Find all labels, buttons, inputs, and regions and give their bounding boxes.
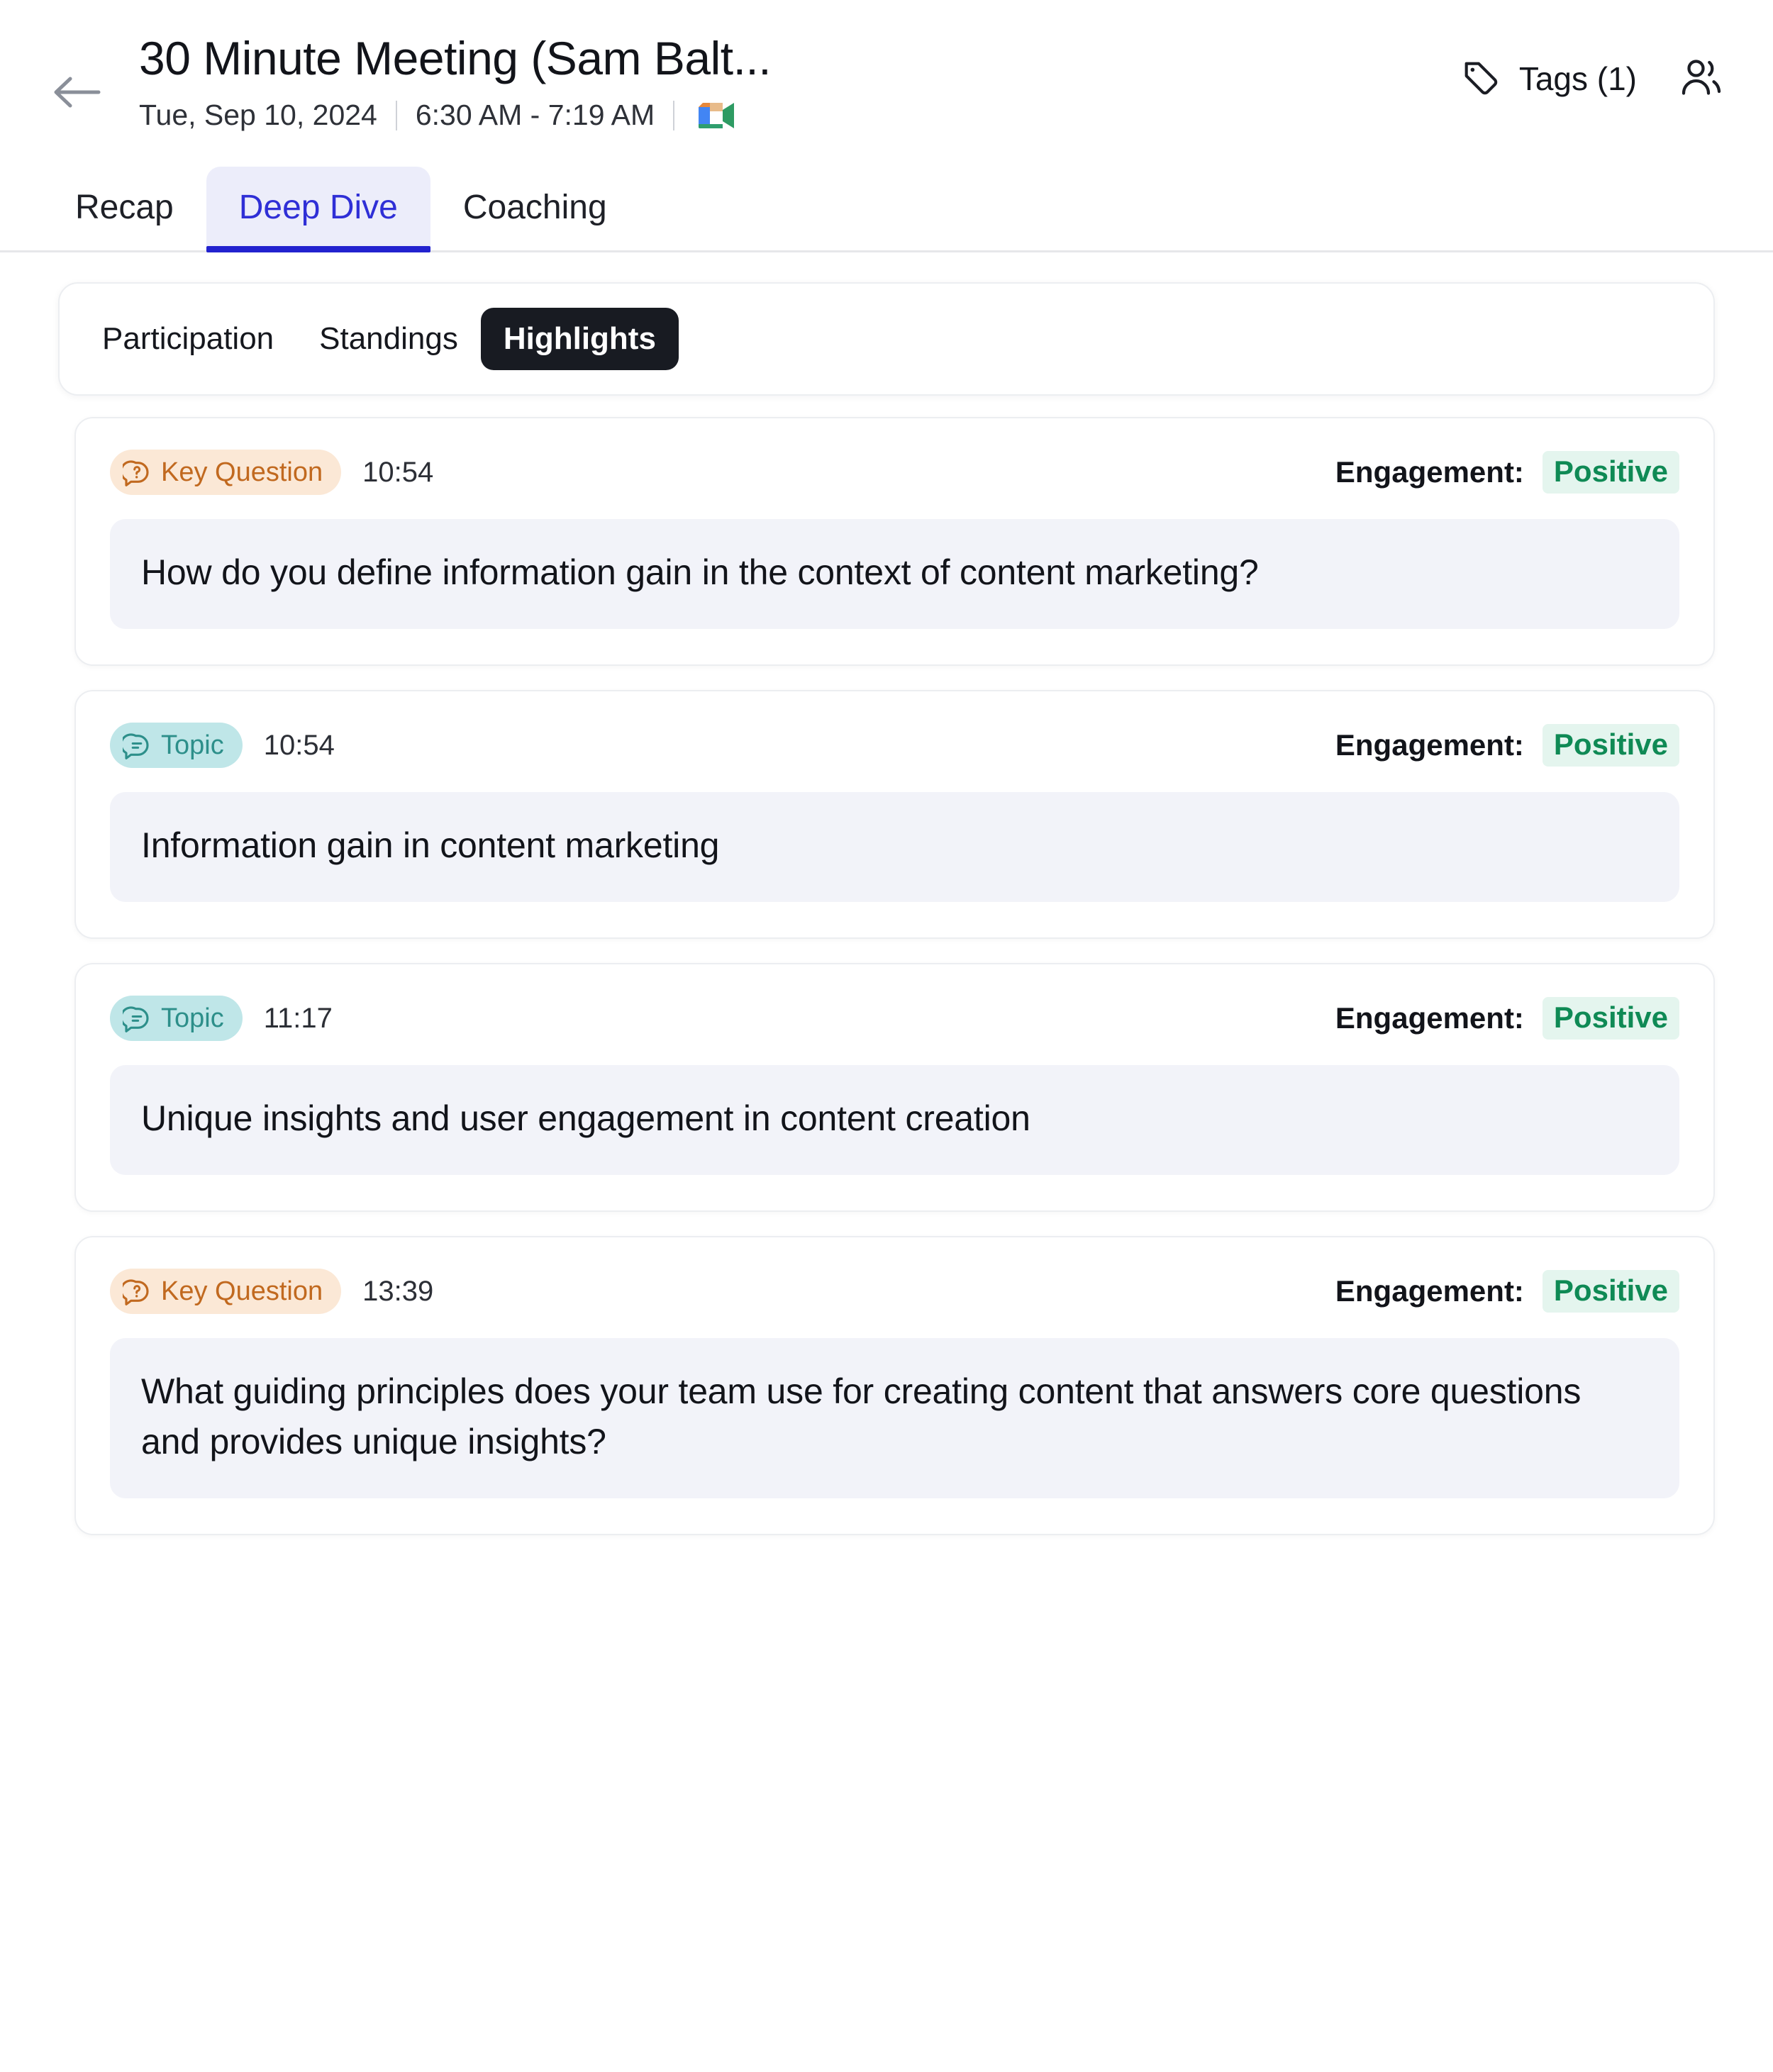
engagement-status-badge: Positive: [1542, 724, 1679, 767]
engagement-label: Engagement:: [1335, 1274, 1524, 1308]
highlight-type-badge: Topic: [110, 996, 243, 1042]
highlight-timestamp: 10:54: [263, 729, 335, 761]
highlight-type-label: Topic: [161, 730, 224, 761]
tags-label: Tags (1): [1518, 60, 1637, 97]
highlight-card[interactable]: Key Question 13:39 Engagement: Positive …: [74, 1236, 1715, 1536]
highlight-timestamp: 13:39: [362, 1275, 434, 1307]
sub-tab-bar: Participation Standings Highlights: [58, 282, 1715, 396]
engagement-status-badge: Positive: [1542, 1270, 1679, 1313]
highlight-type-badge: Topic: [110, 723, 243, 769]
highlight-timestamp: 11:17: [263, 1002, 333, 1034]
highlight-type-label: Topic: [161, 1003, 224, 1034]
highlight-card[interactable]: Topic 10:54 Engagement: Positive Informa…: [74, 690, 1715, 940]
engagement-status-badge: Positive: [1542, 997, 1679, 1040]
highlight-text: How do you define information gain in th…: [110, 519, 1679, 630]
chat-bubble-icon: [123, 1004, 151, 1033]
tab-coaching[interactable]: Coaching: [430, 167, 640, 250]
app-header: 30 Minute Meeting (Sam Balt... Tue, Sep …: [0, 0, 1773, 133]
arrow-left-icon: [52, 72, 101, 112]
meeting-deep-dive-screen: 30 Minute Meeting (Sam Balt... Tue, Sep …: [0, 0, 1773, 2072]
highlights-list: Key Question 10:54 Engagement: Positive …: [43, 417, 1730, 1536]
page-title: 30 Minute Meeting (Sam Balt...: [139, 33, 772, 84]
question-bubble-icon: [123, 458, 151, 487]
highlight-text: Information gain in content marketing: [110, 792, 1679, 903]
highlight-type-label: Key Question: [161, 457, 323, 488]
meta-divider: [395, 100, 397, 130]
main-content: Participation Standings Highlights Key Q…: [0, 282, 1773, 1536]
highlight-card-header: Topic 11:17 Engagement: Positive: [110, 996, 1679, 1042]
participants-button[interactable]: [1677, 54, 1726, 104]
question-bubble-icon: [123, 1277, 151, 1306]
meta-divider-2: [673, 100, 675, 130]
highlight-type-label: Key Question: [161, 1276, 323, 1307]
tab-recap[interactable]: Recap: [43, 167, 206, 250]
meeting-time-range: 6:30 AM - 7:19 AM: [415, 98, 655, 131]
meeting-date: Tue, Sep 10, 2024: [139, 98, 377, 131]
subtab-standings[interactable]: Standings: [296, 308, 481, 370]
meeting-meta: Tue, Sep 10, 2024 6:30 AM - 7:19 AM: [139, 98, 1460, 133]
main-tab-bar: Recap Deep Dive Coaching: [0, 167, 1773, 253]
subtab-participation[interactable]: Participation: [79, 308, 296, 370]
tab-deep-dive[interactable]: Deep Dive: [206, 167, 430, 253]
header-title-block: 30 Minute Meeting (Sam Balt... Tue, Sep …: [111, 28, 1460, 133]
tag-icon: [1460, 57, 1501, 101]
highlight-text: What guiding principles does your team u…: [110, 1338, 1679, 1499]
chat-bubble-icon: [123, 731, 151, 760]
google-meet-video-icon: [696, 100, 737, 131]
highlight-card[interactable]: Key Question 10:54 Engagement: Positive …: [74, 417, 1715, 667]
highlight-type-badge: Key Question: [110, 1269, 342, 1315]
subtab-highlights[interactable]: Highlights: [480, 308, 679, 371]
highlight-card-header: Key Question 10:54 Engagement: Positive: [110, 450, 1679, 496]
back-button[interactable]: [43, 58, 111, 126]
tags-button[interactable]: Tags (1): [1460, 57, 1637, 101]
engagement-status-badge: Positive: [1542, 451, 1679, 494]
highlight-card[interactable]: Topic 11:17 Engagement: Positive Unique …: [74, 963, 1715, 1213]
highlight-card-header: Key Question 13:39 Engagement: Positive: [110, 1269, 1679, 1315]
highlight-card-header: Topic 10:54 Engagement: Positive: [110, 723, 1679, 769]
highlight-timestamp: 10:54: [362, 456, 434, 488]
people-icon: [1678, 56, 1725, 102]
engagement-label: Engagement:: [1335, 728, 1524, 762]
engagement-label: Engagement:: [1335, 455, 1524, 489]
header-actions: Tags (1): [1460, 28, 1730, 104]
highlight-text: Unique insights and user engagement in c…: [110, 1065, 1679, 1176]
highlight-type-badge: Key Question: [110, 450, 342, 496]
engagement-label: Engagement:: [1335, 1001, 1524, 1035]
